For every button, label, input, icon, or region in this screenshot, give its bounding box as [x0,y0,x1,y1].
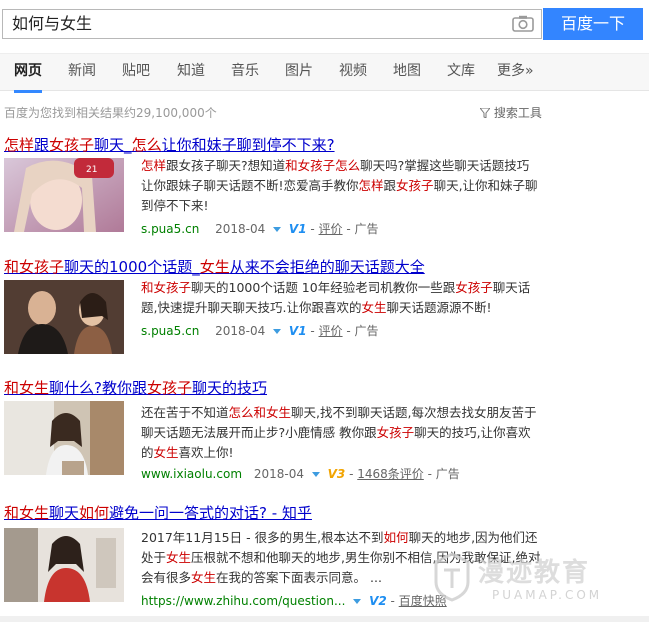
review-link[interactable]: 评价 [319,324,343,338]
result-thumbnail[interactable] [4,401,124,475]
camera-icon[interactable] [512,15,534,32]
tab-more[interactable]: 更多» [497,54,534,90]
tab-tieba[interactable]: 贴吧 [122,54,150,90]
nav-tabs: 网页 新闻 贴吧 知道 音乐 图片 视频 地图 文库 更多» [0,53,649,93]
result-date: 2018-04 [215,222,266,236]
tab-news[interactable]: 新闻 [68,54,96,90]
search-tools[interactable]: 搜索工具 [478,104,542,121]
result-url-line: https://www.zhihu.com/question... V2 - 百… [141,594,447,608]
search-tools-label: 搜索工具 [493,106,542,120]
result-url[interactable]: www.ixiaolu.com [141,467,242,481]
dropdown-arrow-icon[interactable] [273,227,282,232]
ad-label: 广告 [354,324,379,338]
dropdown-arrow-icon[interactable] [353,599,362,604]
result-description: 怎样跟女孩子聊天?想知道和女孩子怎么聊天吗?掌握这些聊天话题技巧让你跟妹子聊天话… [141,158,538,213]
result-title[interactable]: 怎样跟女孩子聊天_怎么让你和妹子聊到停不下来? [4,134,335,155]
tab-music[interactable]: 音乐 [231,54,259,90]
horizontal-scrollbar[interactable] [0,616,649,622]
ad-label: 广告 [435,467,460,481]
tab-map[interactable]: 地图 [393,54,421,90]
dropdown-arrow-icon[interactable] [273,329,282,334]
result-description: 和女孩子聊天的1000个话题 10年经验老司机教你一些跟女孩子聊天话题,快速提升… [141,280,531,315]
tab-images[interactable]: 图片 [285,54,313,90]
search-button[interactable]: 百度一下 [543,8,643,40]
result-thumbnail[interactable] [4,528,124,602]
filter-icon [478,107,492,119]
result-url-line: s.pua5.cn 2018-04 V1 - 评价 - 广告 [141,324,379,338]
tab-zhidao[interactable]: 知道 [177,54,205,90]
result-url[interactable]: s.pua5.cn [141,222,199,236]
cache-link[interactable]: 百度快照 [399,594,447,608]
svg-text:21: 21 [86,165,97,175]
result-title[interactable]: 和女孩子聊天的1000个话题_女生从来不会拒绝的聊天话题大全 [4,256,425,277]
tab-wenku[interactable]: 文库 [447,54,475,90]
search-bar: 如何与女生 百度一下 [0,0,649,46]
result-description: 2017年11月15日 - 很多的男生,根本达不到如何聊天的地步,因为他们还处于… [141,530,541,585]
dropdown-arrow-icon[interactable] [311,472,320,477]
review-link[interactable]: 评价 [319,222,343,236]
result-date: 2018-04 [253,467,304,481]
result-url[interactable]: s.pua5.cn [141,324,199,338]
result-thumbnail[interactable]: 21 [4,158,124,232]
search-input[interactable]: 如何与女生 [2,9,542,39]
result-title[interactable]: 和女生聊什么?教你跟女孩子聊天的技巧 [4,377,267,398]
result-thumbnail[interactable] [4,280,124,354]
result-date: 2018-04 [215,324,266,338]
v3-badge[interactable]: V3 [328,467,346,481]
result-title[interactable]: 和女生聊天如何避免一问一答式的对话? - 知乎 [4,502,312,523]
result-count: 百度为您找到相关结果约29,100,000个 [4,106,217,120]
v2-badge[interactable]: V2 [369,594,387,608]
search-query: 如何与女生 [12,14,93,33]
v1-badge[interactable]: V1 [289,324,307,338]
result-url[interactable]: https://www.zhihu.com/question... [141,594,345,608]
result-url-line: www.ixiaolu.com 2018-04 V3 - 1468条评价 - 广… [141,467,460,481]
tab-video[interactable]: 视频 [339,54,367,90]
watermark-subtext: PUAMAP.COM [492,588,603,602]
ad-label: 广告 [354,222,379,236]
result-url-line: s.pua5.cn 2018-04 V1 - 评价 - 广告 [141,222,379,236]
v1-badge[interactable]: V1 [289,222,307,236]
review-link[interactable]: 1468条评价 [357,467,424,481]
result-description: 还在苦于不知道怎么和女生聊天,找不到聊天话题,每次想去找女朋友苦于聊天话题无法展… [141,405,537,460]
tab-web[interactable]: 网页 [14,54,42,93]
